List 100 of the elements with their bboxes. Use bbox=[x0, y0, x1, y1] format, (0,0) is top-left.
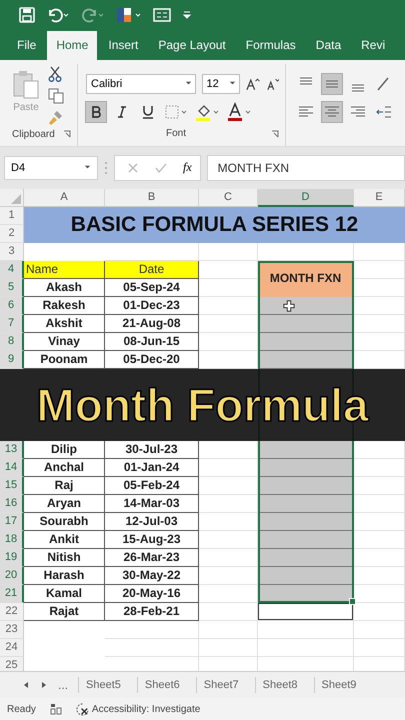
row-header[interactable]: 13 bbox=[0, 440, 24, 459]
select-all-icon[interactable] bbox=[11, 194, 21, 204]
row-header[interactable]: 2 bbox=[0, 224, 24, 243]
accessibility-status[interactable]: Accessibility: Investigate bbox=[92, 704, 200, 715]
selected-cell[interactable] bbox=[258, 548, 354, 567]
selected-cell[interactable] bbox=[258, 566, 354, 585]
selected-cell[interactable] bbox=[258, 296, 354, 315]
outlined-cell[interactable] bbox=[258, 602, 354, 621]
ribbon-tab[interactable]: Insert bbox=[99, 30, 148, 60]
scroll-left-icon[interactable] bbox=[22, 681, 30, 690]
align-middle-icon[interactable] bbox=[322, 74, 342, 94]
paste-label[interactable]: Paste bbox=[13, 102, 39, 113]
column-header[interactable]: E bbox=[354, 188, 405, 207]
empty-cell[interactable] bbox=[354, 638, 405, 657]
sheet-tab[interactable]: Sheet5 bbox=[78, 677, 127, 694]
scroll-right-icon[interactable] bbox=[40, 681, 48, 690]
align-center-icon[interactable] bbox=[322, 102, 342, 122]
save-icon[interactable] bbox=[19, 6, 35, 23]
sheet-tab[interactable]: Sheet7 bbox=[196, 677, 245, 694]
selected-cell[interactable] bbox=[258, 332, 354, 351]
row-header[interactable]: 17 bbox=[0, 512, 24, 531]
table-cell: 15-Aug-23 bbox=[105, 530, 199, 549]
row-header[interactable]: 21 bbox=[0, 584, 24, 603]
empty-cell[interactable] bbox=[105, 620, 199, 639]
table-cell: Akash bbox=[24, 278, 105, 297]
bold-icon[interactable] bbox=[86, 102, 106, 122]
row-header[interactable]: 25 bbox=[0, 656, 24, 672]
copy-icon[interactable] bbox=[48, 88, 64, 104]
row-header[interactable]: 6 bbox=[0, 296, 24, 315]
selected-cell[interactable] bbox=[258, 476, 354, 495]
row-header[interactable]: 4 bbox=[0, 260, 24, 279]
table-cell: 01-Jan-24 bbox=[105, 458, 199, 477]
row-header[interactable]: 7 bbox=[0, 314, 24, 333]
table-cell: Nitish bbox=[24, 548, 105, 567]
macro-icon[interactable] bbox=[50, 703, 62, 716]
insert-function-button[interactable]: fx bbox=[183, 160, 192, 176]
empty-cell[interactable] bbox=[199, 620, 258, 639]
enter-icon[interactable] bbox=[155, 162, 167, 174]
theme-colors-icon[interactable] bbox=[116, 6, 142, 23]
shrink-font-icon[interactable] bbox=[266, 76, 279, 91]
cancel-icon[interactable] bbox=[127, 162, 139, 174]
name-box[interactable]: D4 bbox=[4, 156, 98, 180]
font-name-field[interactable]: Calibri bbox=[86, 74, 196, 94]
grow-font-icon[interactable] bbox=[246, 76, 260, 91]
selected-cell[interactable] bbox=[258, 314, 354, 333]
row-header[interactable]: 15 bbox=[0, 476, 24, 495]
selected-cell[interactable] bbox=[258, 530, 354, 549]
accessibility-icon[interactable] bbox=[76, 702, 89, 716]
row-header[interactable]: 20 bbox=[0, 566, 24, 585]
undo-icon[interactable] bbox=[46, 6, 70, 23]
selected-cell[interactable] bbox=[258, 350, 354, 369]
empty-cell[interactable] bbox=[199, 638, 258, 657]
empty-cell[interactable] bbox=[354, 620, 405, 639]
ribbon-tab[interactable]: Home bbox=[47, 30, 98, 60]
row-header[interactable]: 23 bbox=[0, 620, 24, 639]
form-icon[interactable] bbox=[153, 6, 171, 23]
sheet-tab[interactable]: Sheet9 bbox=[314, 677, 362, 694]
row-header[interactable]: 18 bbox=[0, 530, 24, 549]
scissors-icon[interactable] bbox=[48, 66, 62, 82]
selected-cell[interactable] bbox=[258, 440, 354, 459]
column-header[interactable]: B bbox=[105, 188, 199, 207]
row-header[interactable]: 3 bbox=[0, 242, 24, 261]
column-header[interactable]: C bbox=[199, 188, 258, 207]
selected-cell[interactable] bbox=[258, 512, 354, 531]
ribbon-tab[interactable]: Formulas bbox=[236, 30, 305, 60]
row-header[interactable]: 22 bbox=[0, 602, 24, 621]
sheet-tab[interactable]: Sheet6 bbox=[136, 677, 186, 694]
row-header[interactable]: 9 bbox=[0, 350, 24, 369]
column-header[interactable]: A bbox=[24, 188, 105, 207]
caption-text: Month Formula bbox=[36, 378, 369, 432]
clipboard-icon[interactable] bbox=[12, 70, 40, 100]
row-header[interactable]: 24 bbox=[0, 638, 24, 657]
row-header[interactable]: 14 bbox=[0, 458, 24, 477]
empty-cell[interactable] bbox=[105, 638, 199, 657]
row-header[interactable]: 8 bbox=[0, 332, 24, 351]
redo-icon[interactable] bbox=[81, 6, 105, 23]
selected-cell[interactable] bbox=[258, 458, 354, 477]
empty-cell[interactable] bbox=[258, 638, 354, 657]
font-size-field[interactable]: 12 bbox=[202, 74, 240, 94]
sheet-tab[interactable]: Sheet8 bbox=[254, 677, 304, 694]
empty-cell[interactable] bbox=[258, 620, 354, 639]
row-header[interactable]: 16 bbox=[0, 494, 24, 513]
ribbon-tab[interactable]: File bbox=[8, 30, 46, 60]
ribbon-tab[interactable]: Data bbox=[306, 30, 350, 60]
group-label: Font bbox=[166, 128, 186, 140]
font-color-icon[interactable] bbox=[226, 102, 252, 122]
more-sheets-button[interactable]: ... bbox=[58, 678, 68, 692]
row-header[interactable]: 5 bbox=[0, 278, 24, 297]
formula-field[interactable]: MONTH FXN bbox=[206, 154, 405, 181]
dialog-launcher-icon[interactable] bbox=[271, 130, 279, 138]
table-cell: Raj bbox=[24, 476, 105, 495]
row-header[interactable]: 19 bbox=[0, 548, 24, 567]
ribbon-tab[interactable]: Revi bbox=[352, 30, 394, 60]
selected-cell[interactable] bbox=[258, 494, 354, 513]
column-header[interactable]: D bbox=[258, 188, 354, 207]
ribbon-tab[interactable]: Page Layout bbox=[149, 30, 235, 60]
table-cell: Rajat bbox=[24, 602, 105, 621]
dialog-launcher-icon[interactable] bbox=[63, 130, 71, 138]
row-header[interactable]: 1 bbox=[0, 206, 24, 225]
format-painter-icon[interactable] bbox=[48, 110, 64, 126]
